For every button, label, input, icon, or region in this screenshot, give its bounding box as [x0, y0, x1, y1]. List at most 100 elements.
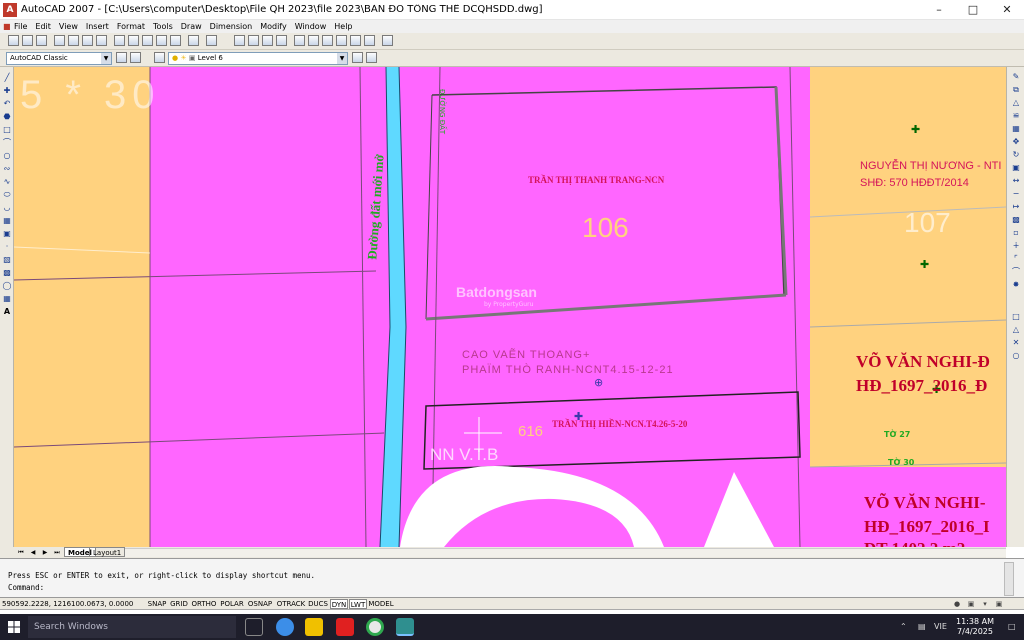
menu-tools[interactable]: Tools: [149, 22, 177, 31]
menu-file[interactable]: File: [10, 22, 31, 31]
menu-edit[interactable]: Edit: [31, 22, 55, 31]
sheet-set-icon[interactable]: [336, 35, 347, 46]
lang-indicator[interactable]: VIE: [934, 622, 947, 631]
chevron-down-icon[interactable]: ▼: [101, 53, 111, 64]
polar-toggle[interactable]: POLAR: [219, 599, 245, 609]
mirror-icon[interactable]: △: [1010, 98, 1022, 107]
drawing-canvas[interactable]: ✚ ✚ ✚ ⊕ ✚ 5 * 30 Đường đất mới mở ĐƯỜNG …: [14, 67, 1006, 547]
3d-dwf-icon[interactable]: [96, 35, 107, 46]
prev-tab-icon[interactable]: ◀: [28, 548, 38, 557]
osnap-midpoint-icon[interactable]: △: [1010, 325, 1022, 334]
model-toggle[interactable]: MODEL: [368, 599, 394, 609]
spline-icon[interactable]: ∿: [2, 177, 12, 186]
chrome-icon[interactable]: [366, 618, 384, 636]
menu-insert[interactable]: Insert: [82, 22, 113, 31]
plot-preview-icon[interactable]: [68, 35, 79, 46]
next-tab-icon[interactable]: ▶: [40, 548, 50, 557]
break-at-point-icon[interactable]: ▩: [1010, 215, 1022, 224]
lock-icon[interactable]: ▣: [966, 599, 976, 609]
array-icon[interactable]: ▦: [1010, 124, 1022, 133]
tray-chevron-icon[interactable]: ⌃: [900, 622, 907, 631]
notification-icon[interactable]: □: [1008, 622, 1016, 631]
zoom-window-icon[interactable]: [262, 35, 273, 46]
join-icon[interactable]: ∔: [1010, 241, 1022, 250]
new-icon[interactable]: [8, 35, 19, 46]
markup-icon[interactable]: [350, 35, 361, 46]
ortho-toggle[interactable]: ORTHO: [190, 599, 218, 609]
youtube-icon[interactable]: [336, 618, 354, 636]
command-scrollbar[interactable]: [1004, 562, 1014, 596]
chevron-down-icon[interactable]: ▼: [337, 53, 347, 64]
revision-cloud-icon[interactable]: ∾: [2, 164, 12, 173]
command-window[interactable]: Press ESC or ENTER to exit, or right-cli…: [0, 558, 1024, 598]
construction-line-icon[interactable]: ✚: [2, 86, 12, 95]
save-icon[interactable]: [36, 35, 47, 46]
menu-draw[interactable]: Draw: [177, 22, 206, 31]
make-object-layer-current-icon[interactable]: [352, 52, 363, 63]
menu-view[interactable]: View: [55, 22, 82, 31]
osnap-center-icon[interactable]: ○: [1010, 351, 1022, 360]
coordinates-display[interactable]: 590592.2228, 1216100.0673, 0.0000: [2, 599, 140, 609]
menu-modify[interactable]: Modify: [256, 22, 291, 31]
file-explorer-icon[interactable]: [305, 618, 323, 636]
menu-format[interactable]: Format: [113, 22, 149, 31]
circle-icon[interactable]: ○: [2, 151, 12, 160]
ducs-toggle[interactable]: DUCS: [307, 599, 329, 609]
pan-icon[interactable]: [234, 35, 245, 46]
maximize-icon[interactable]: □: [956, 0, 990, 20]
break-icon[interactable]: ▫: [1010, 228, 1022, 237]
osnap-toggle[interactable]: OSNAP: [246, 599, 274, 609]
horizontal-scrollbar[interactable]: [125, 548, 1006, 557]
status-tray-settings-icon[interactable]: ▾: [980, 599, 990, 609]
point-icon[interactable]: ·: [2, 242, 12, 251]
extend-icon[interactable]: ↦: [1010, 202, 1022, 211]
open-icon[interactable]: [22, 35, 33, 46]
clean-screen-icon[interactable]: ▣: [994, 599, 1004, 609]
copy-object-icon[interactable]: ⧉: [1010, 85, 1022, 94]
dyn-toggle[interactable]: DYN: [330, 599, 348, 609]
block-editor-icon[interactable]: [170, 35, 181, 46]
offset-icon[interactable]: ≌: [1010, 111, 1022, 120]
fillet-icon[interactable]: ⌒: [1010, 267, 1022, 276]
layer-properties-icon[interactable]: [154, 52, 165, 63]
snap-toggle[interactable]: SNAP: [146, 599, 168, 609]
properties-icon[interactable]: [294, 35, 305, 46]
redo-icon[interactable]: [206, 35, 217, 46]
rectangle-icon[interactable]: □: [2, 125, 12, 134]
lwt-toggle[interactable]: LWT: [349, 599, 367, 609]
first-tab-icon[interactable]: ⏮: [16, 548, 26, 557]
minimize-icon[interactable]: –: [922, 0, 956, 20]
explode-icon[interactable]: ✸: [1010, 280, 1022, 289]
table-icon[interactable]: ▦: [2, 294, 12, 303]
zoom-realtime-icon[interactable]: [248, 35, 259, 46]
publish-icon[interactable]: [82, 35, 93, 46]
osnap-endpoint-icon[interactable]: □: [1010, 312, 1022, 321]
rotate-icon[interactable]: ↻: [1010, 150, 1022, 159]
plot-icon[interactable]: [54, 35, 65, 46]
cut-icon[interactable]: [114, 35, 125, 46]
layer-select[interactable]: ● ☀ ▣ Level 6 ▼: [168, 52, 348, 65]
stretch-icon[interactable]: ↔: [1010, 176, 1022, 185]
tool-palettes-icon[interactable]: [322, 35, 333, 46]
move-icon[interactable]: ✥: [1010, 137, 1022, 146]
taskbar-clock[interactable]: 11:38 AM 7/4/2025: [950, 617, 1000, 637]
erase-icon[interactable]: ✎: [1010, 72, 1022, 81]
polygon-icon[interactable]: ⬣: [2, 112, 12, 121]
comm-center-icon[interactable]: ●: [952, 599, 962, 609]
network-icon[interactable]: ▤: [918, 622, 926, 631]
help-icon[interactable]: [382, 35, 393, 46]
quickcalc-icon[interactable]: [364, 35, 375, 46]
last-tab-icon[interactable]: ⏭: [52, 548, 62, 557]
taskbar-search[interactable]: Search Windows: [28, 616, 236, 638]
copy-icon[interactable]: [128, 35, 139, 46]
arc-icon[interactable]: ⌒: [2, 138, 12, 147]
match-properties-icon[interactable]: [156, 35, 167, 46]
menu-dimension[interactable]: Dimension: [206, 22, 257, 31]
otrack-toggle[interactable]: OTRACK: [275, 599, 307, 609]
polyline-icon[interactable]: ↶: [2, 99, 12, 108]
trim-icon[interactable]: −: [1010, 189, 1022, 198]
workspace-settings-icon[interactable]: [116, 52, 127, 63]
undo-icon[interactable]: [188, 35, 199, 46]
menu-help[interactable]: Help: [330, 22, 356, 31]
insert-block-icon[interactable]: ▦: [2, 216, 12, 225]
